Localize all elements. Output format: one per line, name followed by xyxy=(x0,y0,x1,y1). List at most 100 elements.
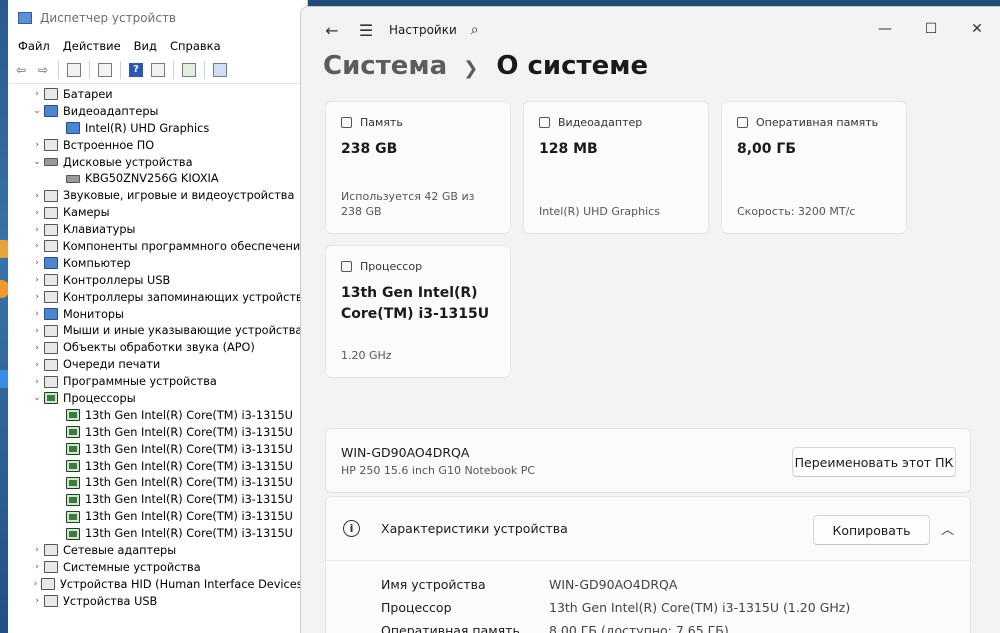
tree-item[interactable]: Intel(R) UHD Graphics xyxy=(8,120,307,137)
tree-item-label: Контроллеры USB xyxy=(63,273,171,287)
tree-item[interactable]: › Сетевые адаптеры xyxy=(8,542,307,559)
tree-item[interactable]: KBG50ZNV256G KIOXIA xyxy=(8,170,307,187)
tree-item[interactable]: 13th Gen Intel(R) Core(TM) i3-1315U xyxy=(8,508,307,525)
show-hide-console-tree-icon[interactable] xyxy=(65,61,83,79)
copy-button[interactable]: Копировать xyxy=(813,515,930,545)
maximize-icon[interactable]: ☐ xyxy=(908,15,954,43)
settings-window: ← ☰ Настройки ⌕ — ☐ ✕ Система ❯ О систем… xyxy=(300,6,1000,633)
chevron-right-icon[interactable]: › xyxy=(30,89,44,99)
chevron-right-icon[interactable]: › xyxy=(30,377,44,387)
spec-key: Оперативная память xyxy=(381,623,520,633)
scan-hardware-icon[interactable] xyxy=(180,61,198,79)
menu-file[interactable]: Файл xyxy=(18,39,50,53)
device-tree: › Батареи ⌄ Видеоадаптеры Intel(R) UHD Graph… xyxy=(8,84,307,610)
cpu-icon xyxy=(66,460,80,473)
tree-item[interactable]: 13th Gen Intel(R) Core(TM) i3-1315U xyxy=(8,491,307,508)
tree-item[interactable]: › Системные устройства xyxy=(8,559,307,576)
ram-card[interactable]: Оперативная память 8,00 ГБ Скорость: 320… xyxy=(721,101,907,234)
chevron-right-icon[interactable]: › xyxy=(30,191,44,201)
tree-item-label: Программные устройства xyxy=(63,375,217,389)
tree-item[interactable]: › Контроллеры запоминающих устройств xyxy=(8,289,307,306)
tree-item[interactable]: › Батареи xyxy=(8,86,307,103)
tree-item[interactable]: › Встроенное ПО xyxy=(8,137,307,154)
chevron-right-icon[interactable]: › xyxy=(30,225,44,235)
menu-view[interactable]: Вид xyxy=(134,39,157,53)
back-icon[interactable]: ⇦ xyxy=(12,61,30,79)
tree-item[interactable]: › Мыши и иные указывающие устройства xyxy=(8,322,307,339)
chevron-right-icon[interactable]: › xyxy=(30,596,44,606)
chevron-down-icon[interactable]: ⌄ xyxy=(30,106,44,116)
tree-item[interactable]: 13th Gen Intel(R) Core(TM) i3-1315U xyxy=(8,424,307,441)
minimize-icon[interactable]: — xyxy=(862,15,908,43)
chevron-right-icon[interactable]: › xyxy=(30,292,44,302)
tree-item[interactable]: ⌄ Процессоры xyxy=(8,390,307,407)
tree-item[interactable]: 13th Gen Intel(R) Core(TM) i3-1315U xyxy=(8,474,307,491)
tree-item[interactable]: › Устройства HID (Human Interface Devices… xyxy=(8,576,307,593)
chevron-right-icon[interactable]: › xyxy=(30,579,41,589)
tree-item[interactable]: 13th Gen Intel(R) Core(TM) i3-1315U xyxy=(8,407,307,424)
tree-item[interactable]: 13th Gen Intel(R) Core(TM) i3-1315U xyxy=(8,525,307,542)
back-arrow-icon[interactable]: ← xyxy=(315,21,349,40)
chevron-up-icon[interactable]: ︿ xyxy=(941,519,954,538)
chevron-right-icon[interactable]: › xyxy=(30,326,44,336)
system-device-icon xyxy=(44,561,58,574)
chevron-down-icon[interactable]: ⌄ xyxy=(30,157,44,167)
storage-card[interactable]: Память 238 GB Используется 42 GB из 238 … xyxy=(325,101,511,234)
cpu-icon xyxy=(66,443,80,456)
close-icon[interactable]: ✕ xyxy=(954,15,1000,43)
ram-card-value: 8,00 ГБ xyxy=(737,141,797,157)
tree-item[interactable]: › Объекты обработки звука (APO) xyxy=(8,339,307,356)
display-adapter-icon xyxy=(66,122,80,135)
chevron-right-icon[interactable]: › xyxy=(30,309,44,319)
gpu-card[interactable]: Видеоадаптер 128 MB Intel(R) UHD Graphic… xyxy=(523,101,709,234)
chevron-right-icon[interactable]: › xyxy=(30,258,44,268)
chevron-right-icon[interactable]: › xyxy=(30,275,44,285)
chevron-right-icon[interactable]: › xyxy=(30,562,44,572)
tree-item[interactable]: › Камеры xyxy=(8,204,307,221)
tree-item[interactable]: ⌄ Дисковые устройства xyxy=(8,154,307,171)
storage-controller-icon xyxy=(44,291,58,304)
ram-card-label: Оперативная память xyxy=(756,116,879,129)
tree-item-label: Контроллеры запоминающих устройств xyxy=(63,290,303,304)
device-specifications-header[interactable]: i Характеристики устройства Копировать ︿ xyxy=(326,497,970,561)
tree-item[interactable]: › Компоненты программного обеспечения xyxy=(8,238,307,255)
tree-item[interactable]: › Устройства USB xyxy=(8,593,307,610)
tree-item[interactable]: 13th Gen Intel(R) Core(TM) i3-1315U xyxy=(8,458,307,475)
tree-item-label: Сетевые адаптеры xyxy=(63,543,177,557)
hamburger-menu-icon[interactable]: ☰ xyxy=(349,21,383,40)
monitor-icon[interactable] xyxy=(211,61,229,79)
tree-item[interactable]: › Клавиатуры xyxy=(8,221,307,238)
tree-item[interactable]: 13th Gen Intel(R) Core(TM) i3-1315U xyxy=(8,441,307,458)
tree-item[interactable]: › Мониторы xyxy=(8,306,307,323)
chevron-right-icon[interactable]: › xyxy=(30,545,44,555)
tree-item[interactable]: › Звуковые, игровые и видеоустройства xyxy=(8,187,307,204)
chevron-right-icon[interactable]: › xyxy=(30,343,44,353)
tree-item[interactable]: › Очереди печати xyxy=(8,356,307,373)
menu-action[interactable]: Действие xyxy=(63,39,121,53)
chevron-down-icon[interactable]: ⌄ xyxy=(30,393,44,403)
menu-help[interactable]: Справка xyxy=(170,39,221,53)
breadcrumb-system[interactable]: Система xyxy=(323,51,447,81)
help-icon[interactable]: ? xyxy=(127,61,145,79)
properties-icon[interactable] xyxy=(96,61,114,79)
rename-pc-button[interactable]: Переименовать этот ПК xyxy=(792,447,956,477)
storage-card-label: Память xyxy=(360,116,403,129)
device-manager-titlebar[interactable]: Диспетчер устройств xyxy=(8,0,307,36)
tree-item[interactable]: › Контроллеры USB xyxy=(8,272,307,289)
action-pane-icon[interactable] xyxy=(149,61,167,79)
chevron-right-icon[interactable]: › xyxy=(30,360,44,370)
search-icon[interactable]: ⌕ xyxy=(471,22,479,38)
chevron-right-icon[interactable]: › xyxy=(30,208,44,218)
cpu-card[interactable]: Процессор 13th Gen Intel(R) Core(TM) i3-… xyxy=(325,245,511,378)
tree-item-label: 13th Gen Intel(R) Core(TM) i3-1315U xyxy=(85,476,293,490)
tree-item-label: 13th Gen Intel(R) Core(TM) i3-1315U xyxy=(85,408,293,422)
chevron-right-icon[interactable]: › xyxy=(30,241,44,251)
tree-item[interactable]: › Компьютер xyxy=(8,255,307,272)
page-title: О системе xyxy=(496,51,649,81)
forward-icon[interactable]: ⇨ xyxy=(34,61,52,79)
tree-item-label: Клавиатуры xyxy=(63,223,136,237)
chevron-right-icon[interactable]: › xyxy=(30,140,44,150)
tree-item-label: 13th Gen Intel(R) Core(TM) i3-1315U xyxy=(85,442,293,456)
tree-item[interactable]: ⌄ Видеоадаптеры xyxy=(8,103,307,120)
tree-item[interactable]: › Программные устройства xyxy=(8,373,307,390)
